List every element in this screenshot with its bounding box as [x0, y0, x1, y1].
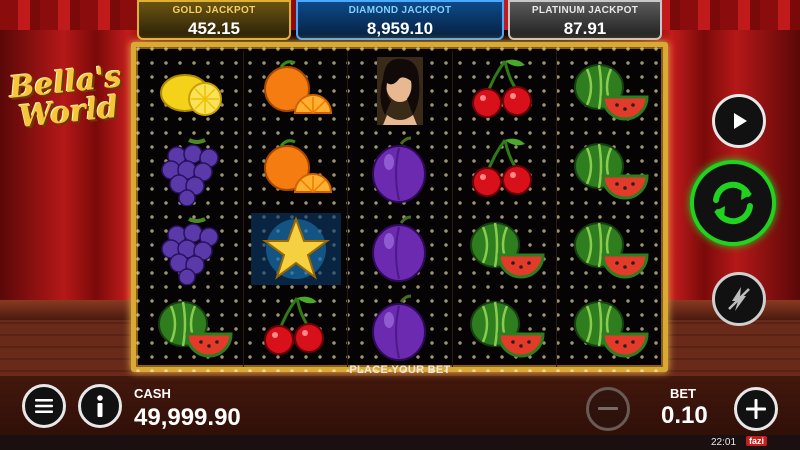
watermelon-icon: [574, 142, 649, 199]
watermelon-icon: [574, 221, 649, 278]
game-logo: Bella's World: [7, 59, 124, 136]
play-icon: [734, 113, 747, 129]
watermelon-icon: [574, 300, 649, 357]
reel-3-row-3-plum-symbol: [348, 209, 451, 288]
status-strip: [0, 435, 800, 450]
provider-logo: fazi: [746, 436, 768, 446]
cherry-icon: [472, 138, 533, 197]
grapes-icon: [160, 137, 219, 206]
orange-icon: [263, 59, 332, 114]
reel-1-row-2-grapes-symbol: [140, 130, 243, 209]
lightning-off-icon: [728, 287, 750, 311]
watermelon-icon: [157, 300, 233, 357]
reel-3-row-1-bella-symbol: [348, 51, 451, 130]
watermelon-icon: [470, 300, 545, 357]
platinum-jackpot-label: PLATINUM JACKPOT: [531, 5, 639, 16]
reel-4-row-1-cherry-symbol: [453, 51, 556, 130]
reel-4-row-3-watermelon-symbol: [453, 209, 556, 288]
watermelon-icon: [574, 63, 649, 120]
reel-4-row-2-cherry-symbol: [453, 130, 556, 209]
plum-icon: [372, 215, 426, 282]
reel-2-row-3-star-symbol: [244, 209, 347, 288]
platinum-jackpot-value: 87.91: [563, 19, 607, 38]
reel-5-row-2-watermelon-symbol: [557, 130, 660, 209]
reel-2-row-1-orange-symbol: [244, 51, 347, 130]
diamond-jackpot-label: DIAMOND JACKPOT: [348, 5, 452, 16]
reel-2: [244, 51, 349, 367]
status-message: PLACE YOUR BET: [349, 364, 451, 376]
grapes-icon: [160, 216, 219, 285]
info-button[interactable]: [78, 384, 122, 428]
reel-4: [453, 51, 557, 367]
reel-5-row-3-watermelon-symbol: [557, 209, 660, 288]
cherry-icon: [263, 296, 324, 355]
reel-5: [557, 51, 660, 367]
reel-1-row-4-watermelon-symbol: [140, 288, 243, 367]
turbo-button[interactable]: [712, 272, 766, 326]
clock: 22:01: [711, 437, 737, 448]
bet-value: 0.10: [661, 402, 708, 429]
spin-arrows-icon: [713, 181, 753, 225]
reel-3-row-2-plum-symbol: [348, 130, 451, 209]
spin-button[interactable]: [690, 160, 776, 246]
star-icon: [250, 212, 341, 285]
cash-value: 49,999.90: [134, 404, 241, 431]
diamond-jackpot: DIAMOND JACKPOT 8,959.10: [296, 0, 504, 40]
game-stage: GOLD JACKPOT 452.15 DIAMOND JACKPOT 8,95…: [0, 0, 800, 450]
watermelon-icon: [470, 221, 545, 278]
plus-icon: [746, 399, 766, 419]
reel-5-row-4-watermelon-symbol: [557, 288, 660, 367]
menu-button[interactable]: [22, 384, 66, 428]
increase-bet-button[interactable]: [734, 387, 778, 431]
reel-2-row-4-cherry-symbol: [244, 288, 347, 367]
decrease-bet-button[interactable]: [586, 387, 630, 431]
reel-1: [140, 51, 245, 367]
reel-1-row-1-lemon-symbol: [140, 51, 243, 130]
minus-icon: [598, 407, 618, 410]
bet-label: BET: [670, 386, 696, 401]
reel-3: [348, 51, 453, 367]
gold-jackpot-label: GOLD JACKPOT: [172, 5, 256, 16]
reel-2-row-2-orange-symbol: [244, 130, 347, 209]
reels-grid: [140, 51, 660, 367]
lemon-icon: [159, 73, 222, 116]
reel-1-row-3-grapes-symbol: [140, 209, 243, 288]
reel-5-row-1-watermelon-symbol: [557, 51, 660, 130]
reel-4-row-4-watermelon-symbol: [453, 288, 556, 367]
reel-3-row-4-plum-symbol: [348, 288, 451, 367]
cherry-icon: [472, 59, 533, 118]
bella-icon: [377, 56, 423, 125]
autoplay-button[interactable]: [712, 94, 766, 148]
reels-frame: [131, 42, 668, 372]
hamburger-icon: [35, 399, 53, 413]
gold-jackpot: GOLD JACKPOT 452.15: [137, 0, 291, 40]
diamond-jackpot-value: 8,959.10: [366, 19, 434, 38]
cash-label: CASH: [134, 386, 171, 401]
plum-icon: [372, 294, 426, 361]
orange-icon: [263, 138, 332, 193]
plum-icon: [372, 136, 426, 203]
info-icon: [97, 395, 103, 417]
platinum-jackpot: PLATINUM JACKPOT 87.91: [508, 0, 662, 40]
gold-jackpot-value: 452.15: [188, 19, 240, 38]
